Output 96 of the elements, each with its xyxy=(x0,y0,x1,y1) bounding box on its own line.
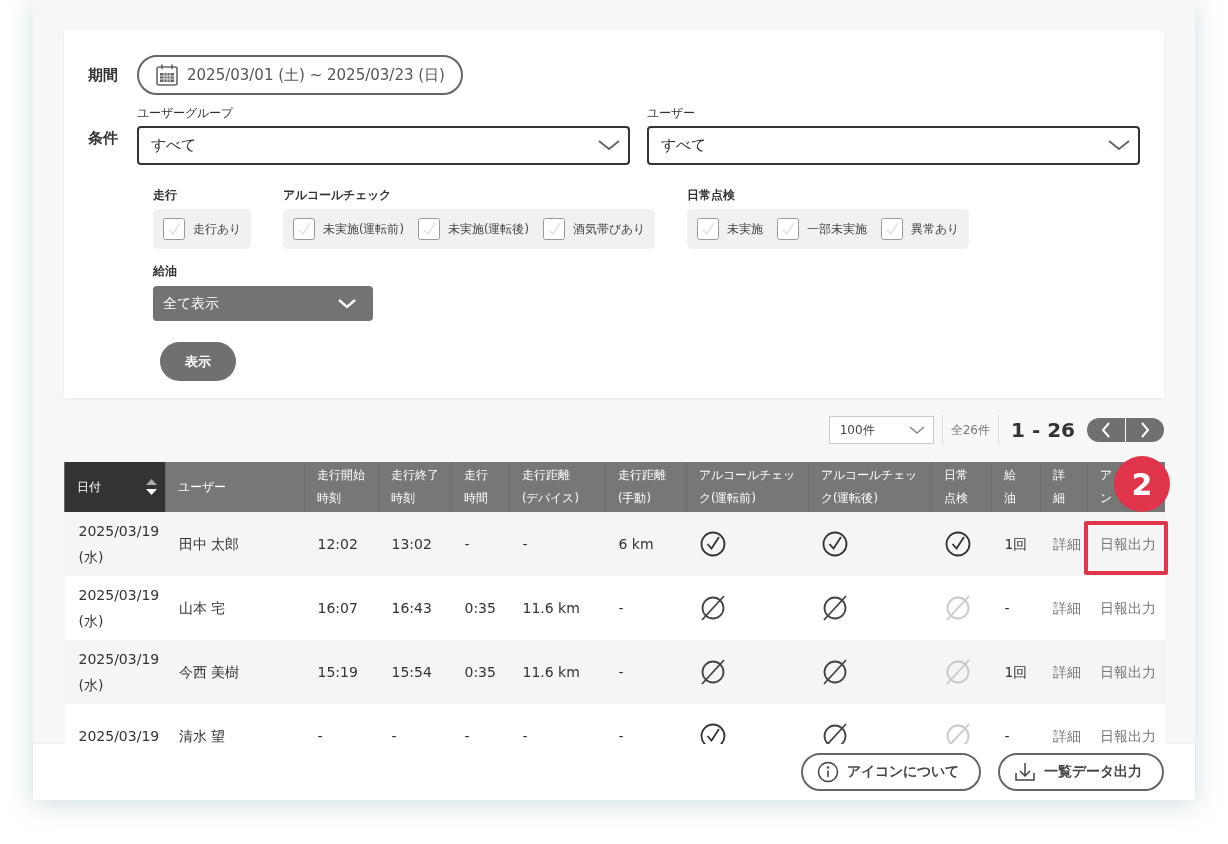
table-cell: 1回 xyxy=(991,512,1041,576)
period-label: 期間 xyxy=(88,65,119,85)
table-cell: 11.6 km xyxy=(509,640,606,704)
report-output-link[interactable]: 日報出力 xyxy=(1099,664,1156,680)
checkbox[interactable] xyxy=(696,218,719,240)
column-header[interactable]: ユーザー xyxy=(165,462,305,512)
table-cell: - xyxy=(605,704,687,744)
date-cell: 2025/03/19 (水) xyxy=(64,576,166,640)
user-cell: 今西 美樹 xyxy=(165,640,305,704)
download-icon xyxy=(1014,761,1036,783)
table-cell: 15:19 xyxy=(304,640,379,704)
table-cell: 0:35 xyxy=(451,640,510,704)
per-page-dropdown[interactable]: 100件 xyxy=(828,416,934,444)
page-range: 1 - 26 xyxy=(1011,418,1075,442)
column-header[interactable]: 走行 時間 xyxy=(451,462,510,512)
table-cell: - xyxy=(605,576,687,640)
table-cell: - xyxy=(304,704,379,744)
checkbox[interactable] xyxy=(163,218,185,240)
chevron-down-icon xyxy=(908,425,925,435)
dropdown[interactable]: すべて xyxy=(137,126,630,165)
checkbox-label: 未実施(運転後) xyxy=(448,221,529,237)
select-label: ユーザー xyxy=(647,105,696,122)
table-cell: - xyxy=(605,640,687,704)
dropdown[interactable]: すべて xyxy=(647,126,1140,165)
table-cell: 11.6 km xyxy=(509,576,606,640)
table-cell: 12:02 xyxy=(304,512,379,576)
report-output-link[interactable]: 日報出力 xyxy=(1099,536,1156,552)
table-cell: - xyxy=(378,704,452,744)
about-icons-button[interactable]: アイコンについて xyxy=(801,753,981,791)
checkbox[interactable] xyxy=(542,218,565,240)
chevron-left-icon xyxy=(1101,422,1111,438)
checkbox[interactable] xyxy=(776,218,799,240)
column-header[interactable]: アルコールチェッ ク(運転後) xyxy=(808,462,932,512)
column-header[interactable]: ア ン xyxy=(1100,464,1112,510)
filter-group-label: 日常点検 xyxy=(686,187,736,204)
detail-link[interactable]: 詳細 xyxy=(1052,664,1081,680)
chevron-down-icon xyxy=(337,297,357,310)
report-output-link[interactable]: 日報出力 xyxy=(1099,600,1156,616)
column-header[interactable]: 走行距離 (デバイス) xyxy=(509,462,606,512)
checkbox-label: 未実施(運転前) xyxy=(323,221,404,237)
table-cell: - xyxy=(991,704,1041,744)
detail-link[interactable]: 詳細 xyxy=(1052,536,1081,552)
table-cell: 6 km xyxy=(605,512,687,576)
column-header[interactable]: 給 油 xyxy=(991,462,1041,512)
next-page-button[interactable] xyxy=(1126,418,1164,442)
column-header[interactable]: 詳 細 xyxy=(1040,462,1088,512)
table-cell: - xyxy=(509,512,606,576)
detail-link[interactable]: 詳細 xyxy=(1052,600,1081,616)
date-cell: 2025/03/19 (水) xyxy=(64,512,166,576)
user-cell: 山本 宅 xyxy=(165,576,305,640)
chevron-down-icon xyxy=(598,139,620,152)
select-label: ユーザーグループ xyxy=(137,105,235,122)
sort-icon xyxy=(146,479,157,495)
checkbox-label: 一部未実施 xyxy=(806,221,867,237)
checkbox[interactable] xyxy=(293,218,315,240)
checkbox[interactable] xyxy=(418,218,440,240)
chevron-down-icon xyxy=(1108,139,1130,152)
date-cell: 2025/03/19 xyxy=(64,704,166,744)
chevron-right-icon xyxy=(1140,422,1150,438)
date-cell: 2025/03/19 (水) xyxy=(64,640,166,704)
checkbox-label: 酒気帯びあり xyxy=(572,221,645,237)
table-cell: 13:02 xyxy=(378,512,452,576)
column-header[interactable]: 日常 点検 xyxy=(931,462,992,512)
checkbox-label: 異常あり xyxy=(910,221,959,237)
date-range-field[interactable]: 2025/03/01 (土) ~ 2025/03/23 (日) xyxy=(137,55,463,95)
user-cell: 清水 望 xyxy=(165,704,305,744)
table-cell: 1回 xyxy=(991,640,1041,704)
total-count: 全26件 xyxy=(950,421,990,439)
column-header[interactable]: 走行距離 (手動) xyxy=(605,462,687,512)
table-cell: - xyxy=(509,704,606,744)
export-button[interactable]: 一覧データ出力 xyxy=(998,753,1164,791)
table-cell: - xyxy=(451,704,510,744)
table-cell: 16:43 xyxy=(378,576,452,640)
table-cell: - xyxy=(991,576,1041,640)
show-button[interactable]: 表示 xyxy=(160,342,236,381)
table-cell: 15:54 xyxy=(378,640,452,704)
info-icon xyxy=(817,761,839,783)
filter-group-label: アルコールチェック xyxy=(283,187,392,204)
column-header[interactable]: 走行開始 時刻 xyxy=(304,462,379,512)
step-number-badge: 2 xyxy=(1114,456,1170,512)
checkbox[interactable] xyxy=(880,218,903,240)
table-cell: 16:07 xyxy=(304,576,379,640)
checkbox-label: 走行あり xyxy=(193,221,241,237)
calendar-icon xyxy=(155,63,179,87)
previous-page-button[interactable] xyxy=(1087,418,1125,442)
table-cell: - xyxy=(451,512,510,576)
user-cell: 田中 太郎 xyxy=(165,512,305,576)
filter-group-label: 給油 xyxy=(153,263,178,280)
fuel-dropdown[interactable]: 全て表示 xyxy=(153,286,373,321)
checkbox-label: 未実施 xyxy=(726,221,763,237)
column-header[interactable]: 走行終了 時刻 xyxy=(378,462,452,512)
column-header[interactable]: 日付 xyxy=(64,462,166,512)
filter-group-label: 走行 xyxy=(153,187,178,204)
table-cell: 0:35 xyxy=(451,576,510,640)
column-header[interactable]: アルコールチェッ ク(運転前) xyxy=(686,462,809,512)
conditions-label: 条件 xyxy=(88,129,119,149)
